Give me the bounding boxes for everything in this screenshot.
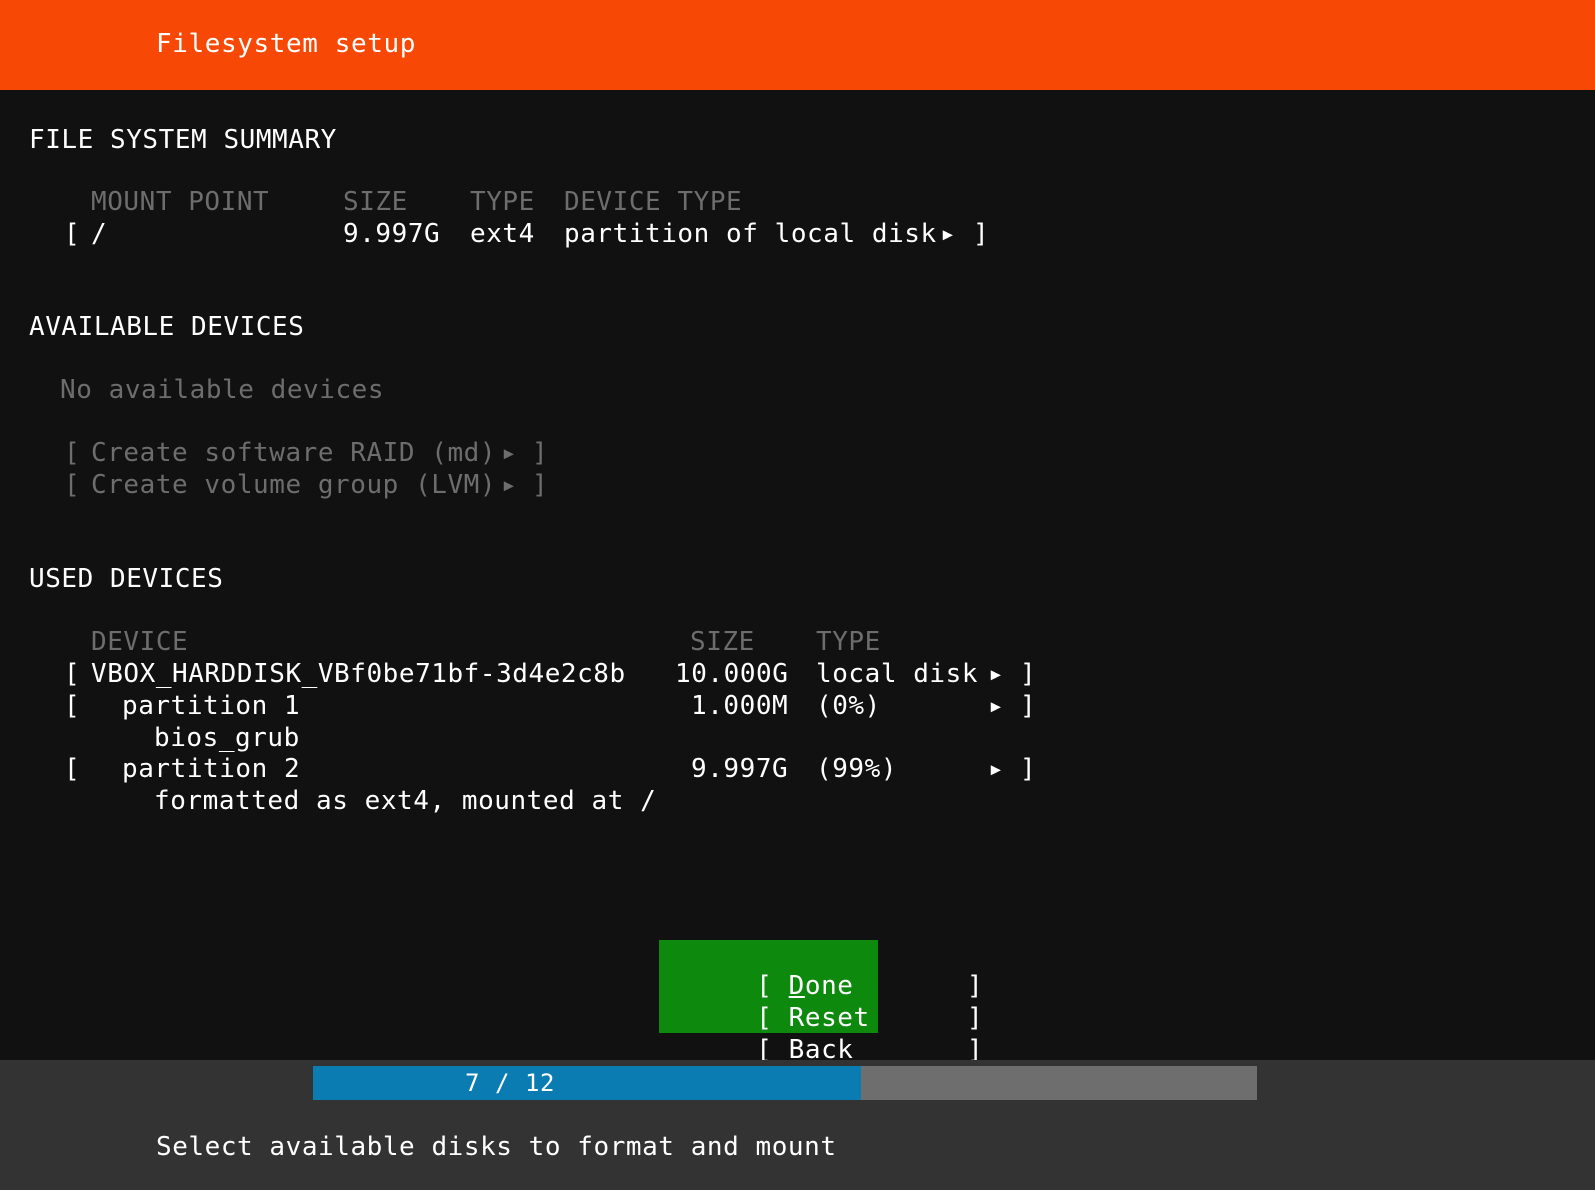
- summary-column-size: SIZE: [343, 187, 408, 217]
- page-title: Filesystem setup: [156, 29, 417, 59]
- summary-row-open-bracket: [: [64, 219, 81, 249]
- used-row-type: (0%): [816, 691, 881, 721]
- summary-row-mount-point[interactable]: /: [91, 219, 107, 250]
- summary-column-mount-point: MOUNT POINT: [91, 187, 270, 217]
- header-bar: Filesystem setup: [0, 0, 1595, 90]
- used-row-bracket-open: [: [64, 691, 81, 721]
- summary-row-size: 9.997G: [343, 219, 441, 249]
- available-devices-empty-message: No available devices: [60, 375, 385, 405]
- create-software-raid-button[interactable]: Create software RAID (md): [91, 438, 496, 469]
- progress-bar: 7 / 12: [313, 1066, 1257, 1100]
- used-row-bracket-open: [: [64, 754, 81, 784]
- used-row-expand-arrow-icon[interactable]: ▸: [988, 691, 1004, 722]
- used-row-bracket-close: ]: [1020, 691, 1037, 721]
- used-row-device-name[interactable]: VBOX_HARDDISK_VBf0be71bf-3d4e2c8b: [91, 659, 626, 690]
- status-hint-text: Select available disks to format and mou…: [156, 1132, 837, 1162]
- used-column-type: TYPE: [816, 627, 881, 657]
- used-row-type: (99%): [816, 754, 898, 784]
- done-bracket-close: ]: [966, 971, 984, 1001]
- used-row-size: 10.000G: [675, 659, 789, 689]
- used-column-device: DEVICE: [91, 627, 189, 657]
- main-content: FILE SYSTEM SUMMARY MOUNT POINT SIZE TYP…: [0, 90, 1595, 1065]
- create-volume-group-button[interactable]: Create volume group (LVM): [91, 470, 496, 501]
- summary-row-type: ext4: [470, 219, 535, 249]
- filesystem-summary-heading: FILE SYSTEM SUMMARY: [29, 125, 337, 155]
- installer-screen: Filesystem setup FILE SYSTEM SUMMARY MOU…: [0, 0, 1595, 1190]
- used-row-bracket-close: ]: [1020, 659, 1037, 689]
- available-devices-heading: AVAILABLE DEVICES: [29, 312, 305, 342]
- summary-row-expand-arrow-icon[interactable]: ▸: [940, 219, 956, 250]
- summary-column-type: TYPE: [470, 187, 535, 217]
- progress-bar-label: 7 / 12: [465, 1069, 555, 1097]
- used-row-size: 9.997G: [691, 754, 789, 784]
- used-row-expand-arrow-icon[interactable]: ▸: [988, 659, 1004, 690]
- summary-row-device-type: partition of local disk: [564, 219, 937, 249]
- summary-row-close-bracket: ]: [973, 219, 990, 249]
- reset-bracket-close: ]: [966, 1003, 984, 1033]
- used-row-detail: formatted as ext4, mounted at /: [154, 786, 657, 816]
- used-row-detail: bios_grub: [154, 723, 300, 753]
- create-volume-group-arrow-icon: ▸: [501, 470, 518, 500]
- used-row-type: local disk: [816, 659, 979, 689]
- used-row-bracket-close: ]: [1020, 754, 1037, 784]
- used-row-device-name[interactable]: partition 2: [122, 754, 300, 785]
- summary-column-device-type: DEVICE TYPE: [564, 187, 743, 217]
- used-row-device-name[interactable]: partition 1: [122, 691, 300, 722]
- footer-bar: 7 / 12 Select available disks to format …: [0, 1060, 1595, 1190]
- create-software-raid-bracket-close: ]: [532, 438, 549, 468]
- create-software-raid-arrow-icon: ▸: [501, 438, 518, 468]
- create-volume-group-bracket-close: ]: [532, 470, 549, 500]
- create-software-raid-bracket-open: [: [64, 438, 81, 468]
- used-column-size: SIZE: [690, 627, 755, 657]
- used-devices-heading: USED DEVICES: [29, 564, 224, 594]
- used-row-size: 1.000M: [691, 691, 789, 721]
- used-row-bracket-open: [: [64, 659, 81, 689]
- used-row-expand-arrow-icon[interactable]: ▸: [988, 754, 1004, 785]
- create-volume-group-bracket-open: [: [64, 470, 81, 500]
